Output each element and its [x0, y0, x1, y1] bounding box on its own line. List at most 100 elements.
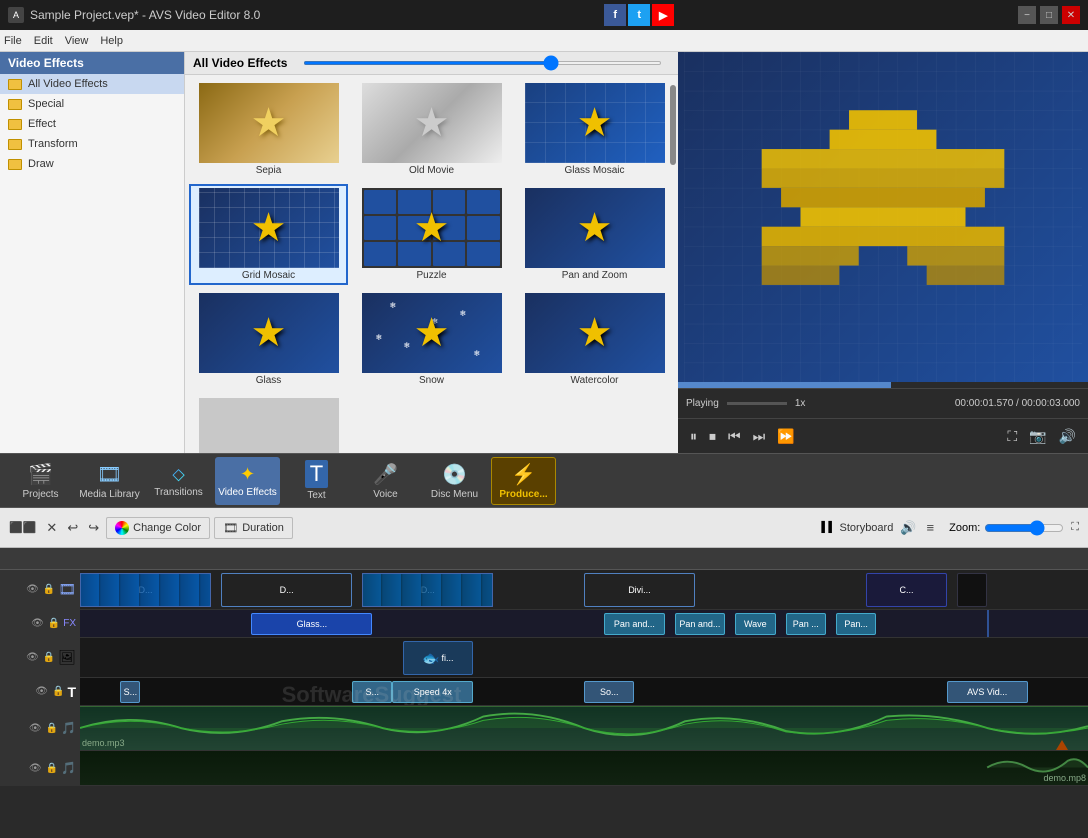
text-visibility-btn[interactable]: 👁: [34, 685, 49, 698]
window-controls: − □ ✕: [1018, 6, 1080, 24]
effect-visibility-btn[interactable]: 👁: [30, 617, 45, 630]
track-visibility-btn[interactable]: 👁: [25, 583, 40, 596]
effect-more[interactable]: [189, 394, 348, 453]
effect-sepia[interactable]: Sepia: [189, 79, 348, 180]
volume-button[interactable]: 🔊: [1055, 426, 1080, 447]
effect-watercolor[interactable]: Watercolor: [515, 289, 674, 390]
maximize-button[interactable]: □: [1040, 6, 1058, 24]
toolbar-text[interactable]: T Text: [284, 457, 349, 505]
text-lock-btn[interactable]: 🔒: [51, 685, 65, 698]
text-clip-avs[interactable]: AVS Vid...: [947, 681, 1028, 703]
effect-panzoom[interactable]: Pan and Zoom: [515, 184, 674, 285]
audio2-visibility-btn[interactable]: 👁: [28, 762, 43, 775]
audio1-visibility-btn[interactable]: 👁: [28, 722, 43, 735]
audio2-lock-btn[interactable]: 🔒: [45, 762, 59, 775]
effect-label-panzoom: Pan and Zoom: [562, 270, 628, 281]
text-track-content[interactable]: S... S... Speed 4x So... AVS Vid... Soft…: [80, 678, 1088, 705]
prev-frame-button[interactable]: ⏮: [724, 426, 745, 447]
effect-oldmovie[interactable]: Old Movie: [352, 79, 511, 180]
select-tool-button[interactable]: ⬛⬛: [6, 518, 39, 537]
menu-help[interactable]: Help: [100, 35, 123, 47]
video-clip-1b[interactable]: D...: [221, 573, 352, 607]
effect-glass[interactable]: Glass: [189, 289, 348, 390]
toolbar-disc-menu[interactable]: 💿 Disc Menu: [422, 457, 487, 505]
effect-snow[interactable]: ❄ ❄ ❄ ❄ ❄ ❄ Snow: [352, 289, 511, 390]
playback-bar[interactable]: [678, 382, 1088, 388]
media-icon: 🎞: [97, 462, 122, 487]
youtube-icon[interactable]: ▶: [652, 4, 674, 26]
pause-button[interactable]: ⏸: [686, 426, 701, 447]
audio-settings-button[interactable]: 🔊: [897, 517, 919, 539]
audio1-lock-btn[interactable]: 🔒: [45, 722, 59, 735]
video-clip-black[interactable]: [957, 573, 987, 607]
vfx-draw[interactable]: Draw: [0, 154, 184, 174]
effect-track-content[interactable]: Glass... Pan and... Pan and... Wave Pan …: [80, 610, 1088, 637]
overlay-lock-btn[interactable]: 🔒: [42, 651, 56, 664]
waveform-svg-1: [80, 707, 1088, 750]
play-end-button[interactable]: ⏩: [773, 426, 798, 447]
effect-clip-pan1[interactable]: Pan and...: [604, 613, 664, 635]
vfx-all[interactable]: All Video Effects: [0, 74, 184, 94]
effect-clip-pan2[interactable]: Pan and...: [675, 613, 725, 635]
text-clip-s[interactable]: S...: [120, 681, 140, 703]
video-thumb-1: [80, 573, 211, 607]
effects-grid-container[interactable]: Sepia Old Movie Glass Mosaic: [185, 75, 678, 453]
effect-clip-wave[interactable]: Wave: [735, 613, 775, 635]
overlay-visibility-btn[interactable]: 👁: [25, 651, 40, 664]
effects-size-slider[interactable]: [303, 61, 662, 65]
stop-button[interactable]: ⏹: [705, 426, 720, 447]
audio-track-icon: 🎵: [61, 721, 76, 735]
effect-label-glass: Glass: [256, 375, 282, 386]
effect-clip-glass[interactable]: Glass...: [251, 613, 372, 635]
video-track-content[interactable]: D... D... D... Divi... C...: [80, 570, 1088, 609]
effect-clip-pan3[interactable]: Pan ...: [786, 613, 826, 635]
audio-track-2-content[interactable]: demo.mp8: [80, 751, 1088, 785]
effects-scrollbar-thumb[interactable]: [670, 85, 676, 165]
toolbar-voice[interactable]: 🎤 Voice: [353, 457, 418, 505]
video-clip-3[interactable]: Divi...: [584, 573, 695, 607]
track-settings-button[interactable]: ≡: [924, 517, 938, 538]
preview-buttons: ⏸ ⏹ ⏮ ⏭ ⏩ ⛶ 📷 🔊: [678, 418, 1088, 453]
next-frame-button[interactable]: ⏭: [749, 426, 770, 447]
fullscreen-button[interactable]: ⛶: [1003, 426, 1021, 447]
toolbar-video-effects[interactable]: ✦ Video Effects: [215, 457, 280, 505]
vfx-transform[interactable]: Transform: [0, 134, 184, 154]
track-lock-btn[interactable]: 🔒: [42, 583, 56, 596]
text-track: 👁 🔒 T S... S... Speed 4x So... AVS Vid..…: [0, 678, 1088, 706]
duration-button[interactable]: 🎞 Duration: [214, 517, 293, 539]
menu-view[interactable]: View: [65, 35, 89, 47]
facebook-icon[interactable]: f: [604, 4, 626, 26]
toolbar-projects[interactable]: 🎬 Projects: [8, 457, 73, 505]
overlay-track-content[interactable]: 🐟 fi...: [80, 638, 1088, 677]
menu-edit[interactable]: Edit: [34, 35, 53, 47]
toolbar-media-library[interactable]: 🎞 Media Library: [77, 457, 142, 505]
undo-button[interactable]: ↩: [64, 517, 81, 539]
toolbar-produce[interactable]: ⚡ Produce...: [491, 457, 556, 505]
change-color-button[interactable]: Change Color: [106, 517, 210, 539]
vfx-effect[interactable]: Effect: [0, 114, 184, 134]
close-button[interactable]: ✕: [1062, 6, 1080, 24]
menu-file[interactable]: File: [4, 35, 22, 47]
overlay-clip-fish[interactable]: 🐟 fi...: [403, 641, 474, 675]
effect-clip-pan4[interactable]: Pan...: [836, 613, 876, 635]
redo-button[interactable]: ↪: [85, 517, 102, 539]
snapshot-button[interactable]: 📷: [1025, 426, 1050, 447]
twitter-icon[interactable]: t: [628, 4, 650, 26]
video-clip-4[interactable]: C...: [866, 573, 947, 607]
zoom-slider[interactable]: [984, 520, 1064, 536]
effect-lock-btn[interactable]: 🔒: [47, 617, 61, 630]
vfx-special[interactable]: Special: [0, 94, 184, 114]
preview-speed-slider[interactable]: [727, 402, 787, 405]
minimize-button[interactable]: −: [1018, 6, 1036, 24]
zoom-fit-button[interactable]: ⛶: [1068, 518, 1082, 537]
text-clip-so[interactable]: So...: [584, 681, 634, 703]
audio-track-1-content[interactable]: demo.mp3: [80, 706, 1088, 750]
effect-gridmosaic[interactable]: Grid Mosaic: [189, 184, 348, 285]
effect-glassmosaic[interactable]: Glass Mosaic: [515, 79, 674, 180]
vfx-category-list: All Video Effects Special Effect Transfo…: [0, 74, 184, 453]
video-effects-icon: ✦: [240, 464, 255, 485]
effect-puzzle[interactable]: ★ Puzzle: [352, 184, 511, 285]
delete-button[interactable]: ✕: [43, 517, 60, 539]
toolbar-transitions[interactable]: ⬦ Transitions: [146, 457, 211, 505]
storyboard-area: ▌▌ Storyboard 🔊 ≡ Zoom: ⛶: [821, 517, 1082, 539]
